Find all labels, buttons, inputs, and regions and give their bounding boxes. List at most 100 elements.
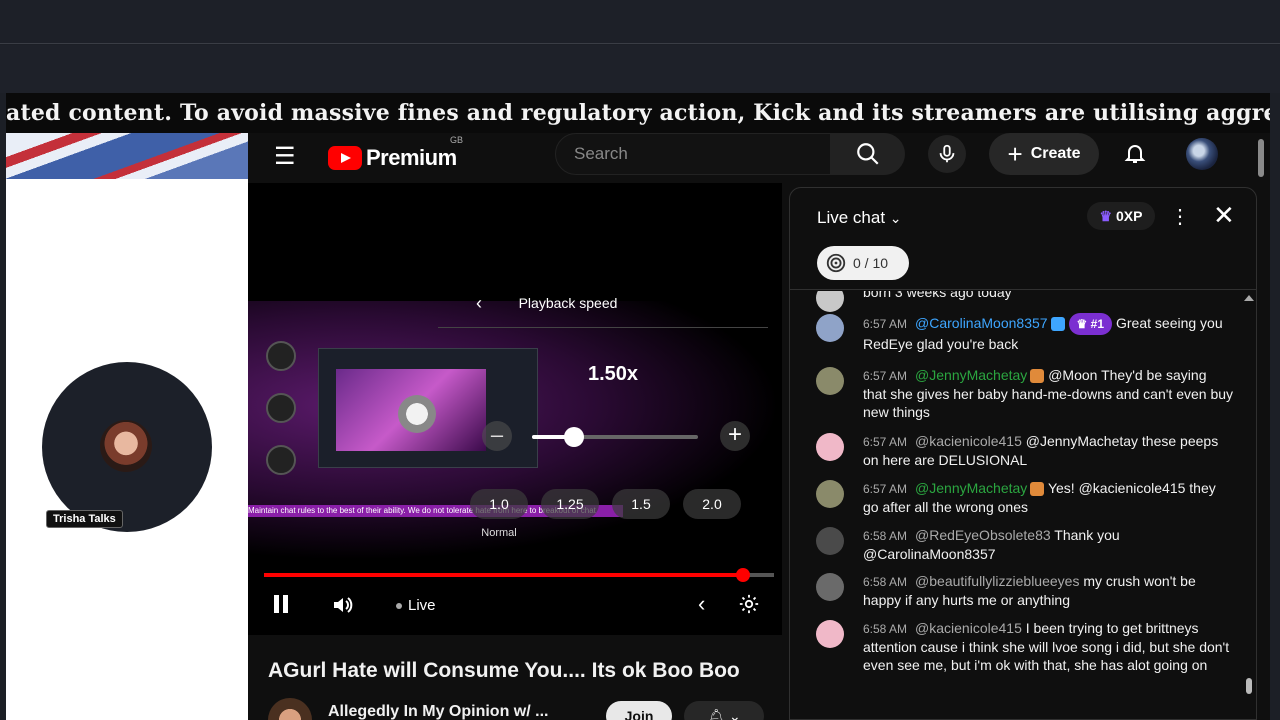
volume-button[interactable] — [332, 595, 354, 620]
search-icon — [857, 143, 879, 165]
youtube-premium-logo[interactable]: Premium — [328, 145, 457, 171]
progress-bar[interactable] — [264, 568, 774, 582]
youtube-header: ☰ Premium GB Search + Create — [248, 133, 1270, 183]
chat-message-body: 6:57 AM @CarolinaMoon8357 ♛ #1 Great seeing… — [863, 313, 1233, 353]
video-title: AGurl Hate will Consume You.... Its ok B… — [268, 659, 740, 682]
subscribed-bell-icon: 🔔︎ ⌄ — [707, 708, 741, 720]
playback-speed-panel: ‹ Playback speed 1.50x – + 1.0 1.25 1.5 … — [438, 291, 778, 551]
chat-message-body: 6:57 AM @JennyMachetay Yes! @kacienicole4… — [863, 479, 1233, 516]
participant-thumb — [266, 341, 296, 371]
live-chat-header: Live chat ⌄ ♛ 0XP ⋮ ✕ 0 / 10 — [790, 188, 1256, 290]
chat-timestamp: 6:58 AM — [863, 622, 908, 636]
live-label: Live — [408, 597, 436, 614]
close-icon[interactable]: ✕ — [1213, 200, 1235, 231]
host-name-label: Trisha Talks — [46, 510, 123, 528]
live-chat-mode-dropdown[interactable]: Live chat ⌄ — [817, 208, 902, 228]
speed-value: 1.50x — [588, 363, 639, 385]
chat-timestamp: 6:57 AM — [863, 482, 908, 496]
chat-timestamp: 6:57 AM — [863, 317, 908, 331]
speed-slider[interactable] — [532, 427, 698, 447]
chat-author-avatar[interactable] — [816, 314, 844, 342]
more-options-icon[interactable]: ⋮ — [1170, 204, 1190, 229]
chat-author-avatar[interactable] — [816, 433, 844, 461]
member-badge-icon — [1030, 482, 1045, 497]
chat-author-avatar[interactable] — [816, 291, 844, 312]
speed-preset-1-0[interactable]: 1.0 — [470, 489, 528, 519]
chat-goal-chip[interactable]: 0 / 10 — [817, 246, 909, 280]
chat-author-name[interactable]: @beautifullylizzieblueeyes — [915, 573, 1079, 589]
chat-author-avatar[interactable] — [816, 620, 844, 648]
chat-scrollbar-thumb[interactable] — [1246, 678, 1252, 694]
chat-author-name[interactable]: @kacienicole415 — [915, 620, 1022, 636]
rank-badge: ♛ #1 — [1068, 313, 1112, 335]
chat-author-avatar[interactable] — [816, 480, 844, 508]
xp-badge[interactable]: ♛ 0XP — [1087, 202, 1155, 230]
speed-preset-1-25[interactable]: 1.25 — [541, 489, 599, 519]
subscribe-bell-button[interactable]: 🔔︎ ⌄ — [684, 701, 764, 720]
divider — [438, 327, 768, 328]
chat-author-name[interactable]: @JennyMachetay — [915, 480, 1027, 496]
search-button[interactable] — [831, 133, 905, 175]
join-button[interactable]: Join — [606, 701, 672, 720]
chat-author-avatar[interactable] — [816, 367, 844, 395]
pause-button[interactable] — [270, 593, 292, 620]
gear-icon — [739, 594, 759, 614]
chat-message-body: 6:58 AM @kacienicole415 I been trying to … — [863, 619, 1233, 674]
playback-speed-title: Playback speed — [518, 295, 618, 311]
ticker-text: ated content. To avoid massive fines and… — [6, 100, 1270, 126]
notifications-button[interactable] — [1120, 138, 1150, 168]
speed-slider-knob[interactable] — [563, 427, 584, 447]
host-avatar-circle — [42, 362, 212, 532]
live-chat-panel: Live chat ⌄ ♛ 0XP ⋮ ✕ 0 / 10 born 3 week… — [789, 187, 1257, 720]
chat-author-name[interactable]: @CarolinaMoon8357 — [915, 315, 1048, 331]
plus-icon: + — [1007, 139, 1023, 169]
youtube-window: ☰ Premium GB Search + Create Maintain ch… — [248, 133, 1270, 720]
chat-message-body: 6:58 AM @beautifullylizzieblueeyes my cru… — [863, 572, 1233, 609]
create-label: Create — [1030, 145, 1081, 162]
scroll-up-arrow-icon[interactable] — [1244, 295, 1254, 301]
live-indicator[interactable]: Live — [396, 597, 436, 614]
page-scrollbar[interactable] — [1258, 139, 1264, 177]
normal-speed-note: Normal — [481, 527, 517, 539]
volume-icon — [334, 597, 353, 613]
chat-author-name[interactable]: @kacienicole415 — [915, 433, 1022, 449]
participant-thumb — [266, 445, 296, 475]
browser-toolbar-area — [0, 45, 1280, 93]
crown-icon: ♛ — [1099, 208, 1113, 224]
pause-icon — [274, 595, 288, 613]
chat-message-text: born 3 weeks ago today — [863, 291, 1012, 300]
stream-stage: ated content. To avoid massive fines and… — [6, 93, 1270, 720]
chat-author-name[interactable]: @JennyMachetay — [915, 367, 1027, 383]
voice-search-button[interactable] — [928, 135, 966, 173]
chat-message-body: 6:57 AM @kacienicole415 @JennyMachetay th… — [863, 432, 1233, 469]
channel-name[interactable]: Allegedly In My Opinion w/ ... — [328, 703, 548, 720]
video-player[interactable]: Maintain chat rules to the best of their… — [248, 183, 782, 635]
settings-button[interactable] — [738, 593, 760, 620]
create-button[interactable]: + Create — [989, 133, 1099, 175]
host-photo — [100, 420, 152, 472]
speed-preset-1-5[interactable]: 1.5 — [612, 489, 670, 519]
speed-increase-button[interactable]: + — [720, 421, 750, 451]
speed-preset-2-0[interactable]: 2.0 — [683, 489, 741, 519]
menu-icon[interactable]: ☰ — [274, 145, 298, 169]
account-avatar[interactable] — [1186, 138, 1218, 170]
member-badge-icon — [1050, 317, 1065, 332]
chat-author-avatar[interactable] — [816, 527, 844, 555]
chat-author-name[interactable]: @RedEyeObsolete83 — [915, 527, 1051, 543]
browser-top-bar — [0, 0, 1280, 44]
goal-progress: 0 / 10 — [853, 255, 889, 271]
search-input[interactable]: Search — [555, 133, 831, 175]
microphone-icon — [939, 144, 955, 163]
speed-decrease-button[interactable]: – — [482, 421, 512, 451]
bell-icon — [1124, 145, 1146, 163]
chat-author-avatar[interactable] — [816, 573, 844, 601]
youtube-play-logo-icon — [328, 146, 362, 170]
progress-knob[interactable] — [736, 568, 751, 582]
chat-message-body: born 3 weeks ago today — [863, 291, 1233, 301]
channel-avatar[interactable] — [268, 698, 312, 720]
news-ticker: ated content. To avoid massive fines and… — [6, 93, 1270, 133]
chat-message-list[interactable]: born 3 weeks ago today 6:57 AM @CarolinaMo… — [790, 291, 1256, 711]
flag-banner — [6, 133, 248, 179]
chat-timestamp: 6:58 AM — [863, 575, 908, 589]
chevron-left-icon[interactable]: ‹ — [698, 591, 705, 617]
